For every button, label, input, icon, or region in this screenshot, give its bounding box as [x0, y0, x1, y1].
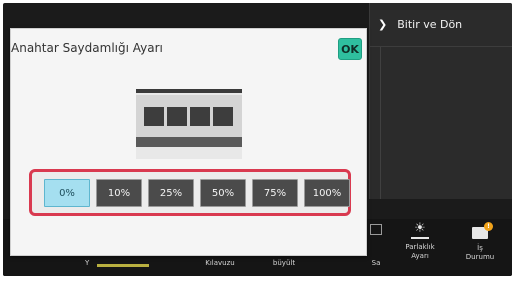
job-status-button[interactable]: ! İş Durumu	[458, 222, 502, 262]
bottom-item-y[interactable]: Y	[85, 259, 89, 268]
bottom-item-buyult[interactable]: büyült	[269, 259, 299, 268]
option-50-percent[interactable]: 50%	[200, 179, 246, 207]
dialog-title: Anahtar Saydamlığı Ayarı	[11, 41, 163, 55]
bottom-item-kilavuzu[interactable]: Kılavuzu	[195, 259, 245, 268]
preview-key	[167, 107, 187, 126]
sa-icon	[370, 224, 382, 235]
preview-key	[190, 107, 210, 126]
bottom-item-underline	[97, 264, 149, 267]
brightness-icon: ☀	[414, 221, 426, 236]
brightness-label-line1: Parlaklık	[405, 243, 435, 251]
option-0-percent[interactable]: 0%	[44, 179, 90, 207]
transparency-preview	[136, 89, 242, 159]
chevron-right-icon: ❯	[378, 18, 388, 31]
preview-base	[136, 137, 242, 147]
key-transparency-dialog: Anahtar Saydamlığı Ayarı OK 0% 10% 25% 5…	[10, 28, 367, 256]
panel-divider	[380, 47, 381, 199]
right-panel: ❯ Bitir ve Dön	[369, 3, 512, 199]
finish-and-return-label: Bitir ve Dön	[397, 18, 463, 31]
preview-key	[144, 107, 164, 126]
ok-button[interactable]: OK	[338, 38, 362, 60]
preview-top-bar	[136, 89, 242, 93]
notification-badge: !	[484, 222, 493, 231]
option-25-percent[interactable]: 25%	[148, 179, 194, 207]
job-status-label-line2: Durumu	[465, 253, 495, 261]
brightness-adjust-button[interactable]: ☀ Parlaklık Ayarı	[398, 221, 442, 261]
screen: ❯ Bitir ve Dön Y Kılavuzu büyült Sa ☀ Pa…	[0, 0, 515, 282]
option-10-percent[interactable]: 10%	[96, 179, 142, 207]
job-status-label-line1: İş	[477, 244, 483, 252]
brightness-label-line2: Ayarı	[411, 252, 429, 260]
finish-and-return-button[interactable]: ❯ Bitir ve Dön	[370, 3, 512, 47]
option-100-percent[interactable]: 100%	[304, 179, 350, 207]
brightness-bar	[411, 237, 429, 239]
preview-key-row	[144, 107, 233, 126]
printer-icon: !	[472, 222, 493, 239]
transparency-options: 0% 10% 25% 50% 75% 100%	[29, 169, 351, 216]
bottom-item-sa[interactable]: Sa	[369, 259, 383, 268]
option-75-percent[interactable]: 75%	[252, 179, 298, 207]
preview-key	[213, 107, 233, 126]
